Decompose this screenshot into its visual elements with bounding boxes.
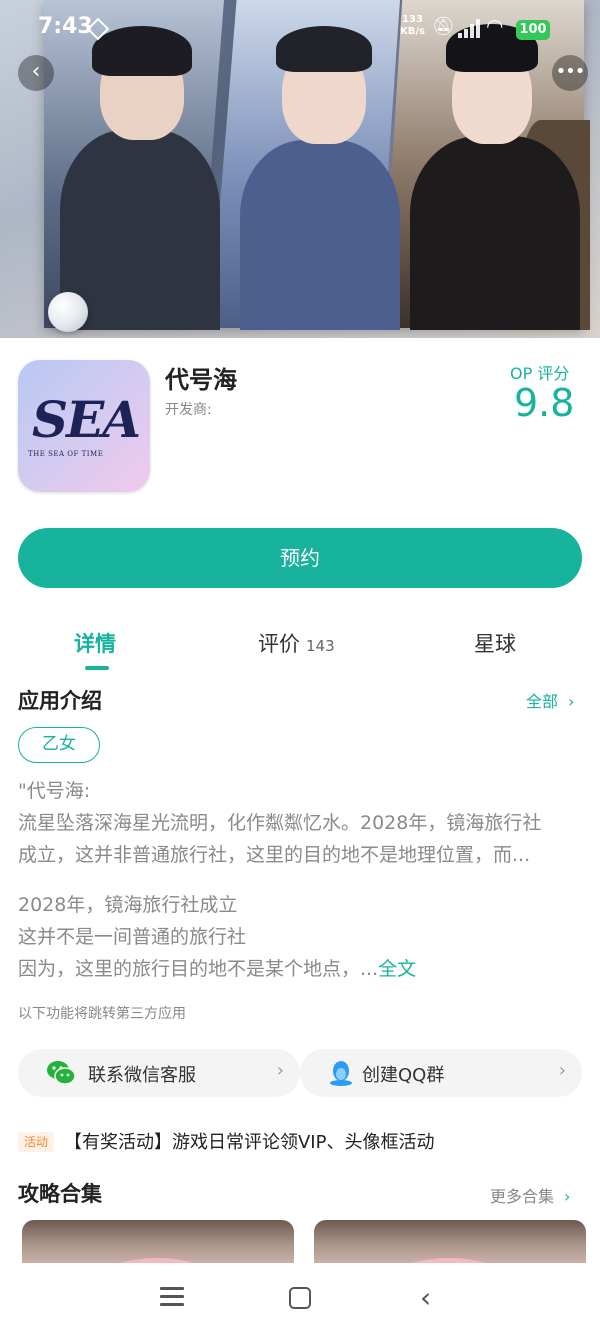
wechat-icon [47, 1061, 76, 1085]
guides-title: 攻略合集 [18, 1182, 102, 1206]
full-text-link[interactable]: 全文 [378, 958, 416, 980]
qq-penguin-icon [330, 1061, 352, 1086]
activity-link[interactable]: 【有奖活动】游戏日常评论领VIP、头像框活动 [64, 1128, 434, 1154]
guides-more-link[interactable]: 更多合集 › [490, 1183, 570, 1207]
more-options-button[interactable]: ••• [552, 55, 588, 91]
intro-title: 应用介绍 [18, 689, 102, 713]
app-icon-subtitle: THE SEA OF TIME [28, 450, 104, 458]
signal-icon [458, 18, 480, 38]
character-2-body [240, 140, 400, 330]
character-3-body [410, 136, 580, 330]
intro-all-link[interactable]: 全部 › [526, 688, 574, 712]
status-bar: 7:43 133 KB/s 🔕︎ ◠ 100 [0, 0, 600, 60]
tab-reviews-label: 评价 [258, 632, 300, 656]
intro-line-4: 2028年，镜海旅行社成立 [18, 894, 238, 916]
guides-more-label: 更多合集 [490, 1187, 555, 1206]
intro-line-6-text: 因为，这里的旅行目的地不是某个地点，... [18, 958, 379, 980]
intro-line-6: 因为，这里的旅行目的地不是某个地点，...全文 [18, 953, 584, 985]
genre-tag[interactable]: 乙女 [18, 727, 100, 763]
intro-line-2: 流星坠落深海星光流明，化作粼粼忆水。2028年，镜海旅行社 [18, 812, 542, 834]
score-value: 9.8 [514, 381, 575, 425]
tab-planet-label: 星球 [474, 632, 516, 656]
intro-line-1: "代号海: [18, 780, 91, 802]
intro-line-3: 成立，这并非普通旅行社，这里的目的地不是地理位置，而... [18, 844, 531, 866]
system-nav-bar: ‹ [0, 1263, 600, 1333]
network-speed-value: 133 [402, 14, 423, 25]
tab-details-label: 详情 [74, 632, 116, 656]
wechat-service-label: 联系微信客服 [88, 1065, 196, 1086]
tab-planet[interactable]: 星球 [474, 628, 516, 658]
intro-line-5: 这并不是一间普通的旅行社 [18, 926, 247, 948]
battery-icon: 100 [516, 20, 550, 40]
back-button[interactable]: ‹ [18, 55, 54, 91]
third-party-notice: 以下功能将跳转第三方应用 [18, 1006, 186, 1022]
app-icon: SEA THE SEA OF TIME [18, 360, 150, 492]
wifi-icon: ◠ [486, 14, 504, 38]
system-back-button[interactable]: ‹ [420, 1281, 431, 1314]
app-name: 代号海 [165, 366, 237, 394]
intro-all-label: 全部 [526, 692, 559, 711]
chevron-right-icon: › [564, 1187, 571, 1206]
chevron-right-icon: › [276, 1060, 284, 1081]
status-time: 7:43 [38, 14, 93, 39]
reserve-button[interactable]: 预约 [18, 528, 582, 588]
developer-label: 开发商: [165, 402, 212, 418]
more-horizontal-icon: ••• [555, 61, 586, 82]
create-qq-group-button[interactable]: 创建QQ群 › [300, 1049, 582, 1097]
activity-badge: 活动 [18, 1132, 54, 1152]
chevron-left-icon: ‹ [31, 59, 41, 84]
tab-reviews[interactable]: 评价 143 [258, 628, 335, 658]
app-icon-logo: SEA [32, 390, 141, 449]
tab-details[interactable]: 详情 [74, 628, 116, 658]
mute-icon: 🔕︎ [432, 16, 455, 37]
wechat-service-button[interactable]: 联系微信客服 › [18, 1049, 300, 1097]
chevron-right-icon: › [558, 1060, 566, 1081]
create-qq-group-label: 创建QQ群 [362, 1065, 445, 1086]
pearl-decoration [48, 292, 88, 332]
review-count: 143 [306, 637, 335, 655]
recent-apps-button[interactable] [160, 1287, 184, 1307]
network-speed: 133 KB/s [400, 14, 425, 38]
active-tab-indicator [85, 666, 109, 670]
network-speed-unit: KB/s [400, 26, 425, 37]
home-button[interactable] [289, 1287, 311, 1309]
chevron-right-icon: › [568, 692, 575, 711]
